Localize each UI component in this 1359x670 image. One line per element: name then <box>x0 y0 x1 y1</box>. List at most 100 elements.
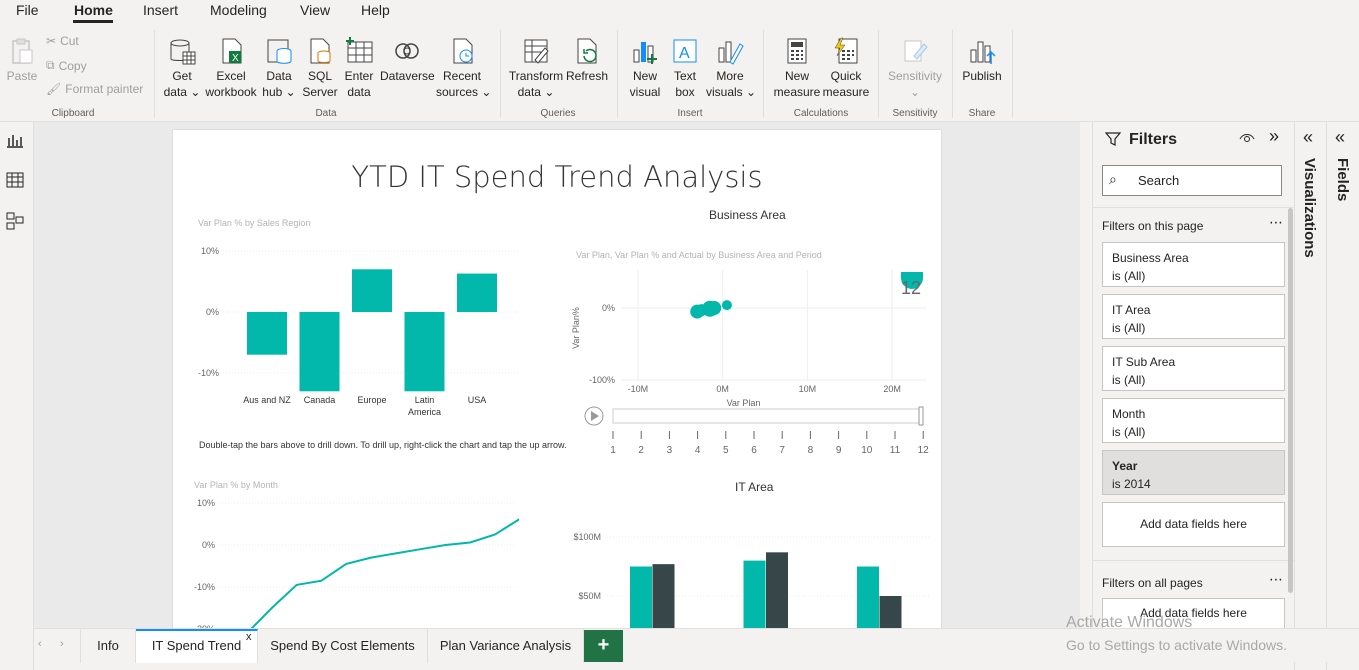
copy-button[interactable]: ⧉ Copy <box>46 58 87 73</box>
eye-icon[interactable] <box>1239 132 1255 144</box>
expand-visualizations-icon[interactable]: « <box>1303 127 1313 148</box>
scatter-point <box>721 300 732 311</box>
new-visual-button[interactable]: New visual <box>626 36 664 100</box>
filter-search-box[interactable]: ⌕ Search <box>1102 165 1282 196</box>
tab-it-spend-trend[interactable]: IT Spend Trend <box>136 629 258 663</box>
quick-measure-icon <box>834 37 858 64</box>
filters-scrollbar[interactable] <box>1288 208 1293 593</box>
more-options-icon[interactable]: ⋯ <box>1269 214 1283 231</box>
filter-card-it-area[interactable]: IT Area is (All) <box>1102 294 1285 339</box>
prev-page-icon[interactable]: ‹ <box>38 638 42 650</box>
cut-icon: ✂ <box>46 34 57 48</box>
add-data-fields-drop-zone[interactable]: Add data fields here <box>1102 502 1285 547</box>
month-line-chart[interactable]: 10%0%-10%-20% <box>189 490 519 628</box>
play-tick-label: 10 <box>861 445 873 456</box>
sql-server-button[interactable]: SQL Server <box>302 36 338 100</box>
clipboard-group-label: Clipboard <box>51 108 95 119</box>
y-tick-label: -10% <box>198 368 219 378</box>
chevron-down-icon: ⌄ <box>540 85 555 99</box>
add-page-button[interactable]: + <box>584 630 623 662</box>
visualizations-label[interactable]: Visualizations <box>1301 158 1318 258</box>
more-visuals-button[interactable]: More visuals ⌄ <box>706 36 757 100</box>
tab-spend-by-cost-elements[interactable]: Spend By Cost Elements <box>258 629 428 663</box>
menu-home[interactable]: Home <box>74 2 113 18</box>
data-hub-button[interactable]: Data hub ⌄ <box>262 36 296 100</box>
dataverse-button[interactable]: Dataverse <box>380 36 435 84</box>
bar <box>743 560 766 628</box>
data-view-icon[interactable] <box>6 172 24 188</box>
ribbon-separator <box>878 30 879 118</box>
watermark-line-1: Activate Windows <box>1066 614 1193 631</box>
data-hub-label-1: Data <box>266 69 292 83</box>
quick-measure-button[interactable]: Quick measure <box>822 36 870 100</box>
business-area-scatter[interactable]: -10M 0M 10M 20M0%-100%Var PlanVar Plan%12 <box>571 260 936 410</box>
x-tick-label: -10M <box>628 384 649 394</box>
tab-plan-variance-analysis[interactable]: Plan Variance Analysis <box>428 629 584 663</box>
transform-data-button[interactable]: Transform data ⌄ <box>508 36 564 100</box>
close-tab-icon[interactable]: x <box>246 631 252 643</box>
filter-card-month[interactable]: Month is (All) <box>1102 398 1285 443</box>
ribbon-separator <box>154 30 155 118</box>
filter-card-name: Business Area <box>1112 251 1189 265</box>
get-data-button[interactable]: Get data ⌄ <box>162 36 202 100</box>
menu-view[interactable]: View <box>300 2 330 18</box>
period-label: 12 <box>901 278 921 298</box>
data-group-label: Data <box>315 108 337 119</box>
visualizations-pane-collapsed[interactable]: « Visualizations <box>1294 122 1326 670</box>
play-axis[interactable]: 1 2 3 4 5 6 7 8 9 10 11 12 <box>583 405 933 465</box>
get-data-label-2: data <box>163 85 187 99</box>
menu-help[interactable]: Help <box>361 2 390 18</box>
new-measure-label-2: measure <box>773 85 821 99</box>
collapse-filters-icon[interactable]: » <box>1269 126 1279 147</box>
new-visual-label-1: New <box>632 69 657 83</box>
report-title: YTD IT Spend Trend Analysis <box>351 160 763 194</box>
data-hub-icon <box>267 39 292 64</box>
bar <box>404 312 445 392</box>
menu-bar: File Home Insert Modeling View Help <box>0 0 1359 24</box>
chevron-down-icon: ⌄ <box>742 85 757 99</box>
excel-label-1: Excel <box>216 69 246 83</box>
it-area-bar-chart[interactable]: $100M $50M <box>571 510 936 628</box>
it-area-title: IT Area <box>735 480 774 494</box>
new-measure-button[interactable]: New measure <box>772 36 822 100</box>
filter-card-it-sub-area[interactable]: IT Sub Area is (All) <box>1102 346 1285 391</box>
y-axis-label: Var Plan% <box>571 307 581 349</box>
sensitivity-button[interactable]: Sensitivity ⌄ <box>886 36 944 100</box>
new-visual-icon <box>633 42 657 64</box>
cut-button[interactable]: ✂ Cut <box>46 34 79 48</box>
filter-search-input[interactable]: Search <box>1138 173 1179 188</box>
format-painter-button[interactable]: 🖌 Format painter <box>46 82 143 96</box>
paste-button[interactable]: Paste <box>6 36 38 84</box>
filter-card-year[interactable]: Year is 2014 <box>1102 450 1285 495</box>
play-slider-handle <box>918 406 924 426</box>
scatter-point <box>707 301 722 315</box>
text-box-button[interactable]: A Text box <box>668 36 702 100</box>
region-bar-chart[interactable]: 10% 0% -10% Aus and NZ Canada Europe Latin Amer… <box>193 230 523 435</box>
model-view-icon[interactable] <box>6 212 24 230</box>
watermark-line-2: Go to Settings to activate Windows. <box>1066 637 1287 653</box>
refresh-button[interactable]: Refresh <box>566 36 608 84</box>
filter-card-business-area[interactable]: Business Area is (All) <box>1102 242 1285 287</box>
y-tick-label: $50M <box>578 591 601 601</box>
tab-info[interactable]: Info <box>80 629 136 663</box>
chevron-down-icon: ⌄ <box>282 85 296 99</box>
menu-modeling[interactable]: Modeling <box>210 2 267 18</box>
expand-fields-icon[interactable]: « <box>1335 127 1345 148</box>
fields-pane-collapsed[interactable]: « Fields <box>1326 122 1359 670</box>
fields-label[interactable]: Fields <box>1334 158 1351 201</box>
recent-sources-button[interactable]: Recent sources ⌄ <box>436 36 492 100</box>
x-tick-label: America <box>408 407 441 417</box>
menu-insert[interactable]: Insert <box>143 2 178 18</box>
more-options-icon[interactable]: ⋯ <box>1269 571 1283 588</box>
search-icon: ⌕ <box>1109 171 1117 187</box>
excel-workbook-button[interactable]: X Excel workbook <box>204 36 258 100</box>
chevron-down-icon: ⌄ <box>478 85 492 99</box>
next-page-icon[interactable]: › <box>60 638 64 650</box>
report-view-icon[interactable] <box>6 132 24 148</box>
play-tick-label: 2 <box>638 445 644 456</box>
database-icon <box>170 39 196 65</box>
enter-data-button[interactable]: Enter data <box>342 36 376 100</box>
bar <box>857 566 879 628</box>
publish-button[interactable]: Publish <box>960 36 1004 84</box>
menu-file[interactable]: File <box>16 2 39 18</box>
